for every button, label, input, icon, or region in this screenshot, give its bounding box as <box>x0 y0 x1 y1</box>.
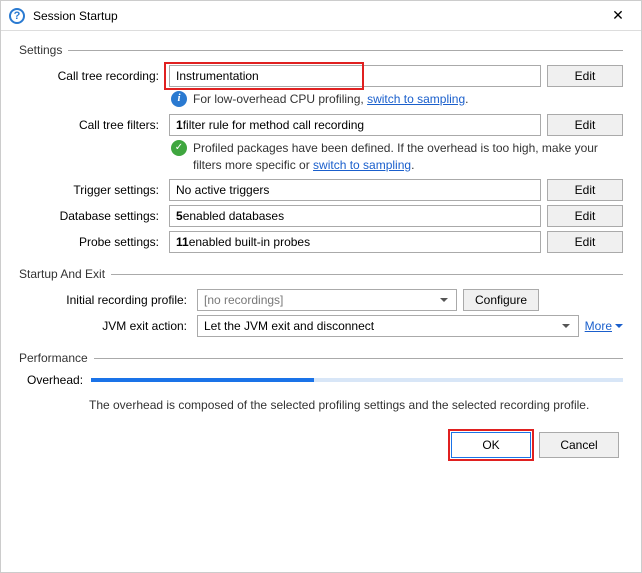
call-tree-recording-input[interactable] <box>176 69 534 83</box>
startup-exit-heading: Startup And Exit <box>19 267 623 281</box>
more-link[interactable]: More <box>585 319 623 333</box>
call-tree-recording-edit-button[interactable]: Edit <box>547 65 623 87</box>
probe-settings-field[interactable]: 11 enabled built-in probes <box>169 231 541 253</box>
database-settings-edit-button[interactable]: Edit <box>547 205 623 227</box>
probe-settings-edit-button[interactable]: Edit <box>547 231 623 253</box>
overhead-bar <box>91 378 623 382</box>
info-icon: i <box>171 91 187 107</box>
trigger-settings-label: Trigger settings: <box>27 183 163 197</box>
settings-heading: Settings <box>19 43 623 57</box>
settings-group: Settings Call tree recording: Edit i For… <box>19 43 623 253</box>
call-tree-filters-edit-button[interactable]: Edit <box>547 114 623 136</box>
switch-to-sampling-link-2[interactable]: switch to sampling <box>313 158 411 172</box>
call-tree-filters-label: Call tree filters: <box>27 118 163 132</box>
initial-profile-select[interactable]: [no recordings] <box>197 289 457 311</box>
overhead-label: Overhead: <box>27 373 83 387</box>
check-icon: ✓ <box>171 140 187 156</box>
window-title: Session Startup <box>33 9 118 23</box>
close-icon[interactable]: ✕ <box>603 7 633 24</box>
initial-profile-label: Initial recording profile: <box>27 293 191 307</box>
performance-group: Performance Overhead: The overhead is co… <box>19 351 623 414</box>
startup-exit-group: Startup And Exit Initial recording profi… <box>19 267 623 337</box>
trigger-settings-field[interactable]: No active triggers <box>169 179 541 201</box>
call-tree-recording-label: Call tree recording: <box>27 69 163 83</box>
trigger-settings-edit-button[interactable]: Edit <box>547 179 623 201</box>
configure-button[interactable]: Configure <box>463 289 539 311</box>
cancel-button[interactable]: Cancel <box>539 432 619 458</box>
app-icon: ? <box>9 8 25 24</box>
recording-hint: For low-overhead CPU profiling, switch t… <box>193 91 468 108</box>
footer: OK Cancel <box>19 432 623 458</box>
call-tree-recording-field[interactable] <box>169 65 541 87</box>
database-settings-label: Database settings: <box>27 209 163 223</box>
call-tree-filters-field[interactable]: 1 filter rule for method call recording <box>169 114 541 136</box>
jvm-exit-label: JVM exit action: <box>27 319 191 333</box>
filters-hint: Profiled packages have been defined. If … <box>193 140 619 174</box>
overhead-fill <box>91 378 314 382</box>
performance-heading: Performance <box>19 351 623 365</box>
ok-button[interactable]: OK <box>451 432 531 458</box>
overhead-note: The overhead is composed of the selected… <box>89 397 623 414</box>
switch-to-sampling-link[interactable]: switch to sampling <box>367 92 465 106</box>
titlebar: ? Session Startup ✕ <box>1 1 641 31</box>
probe-settings-label: Probe settings: <box>27 235 163 249</box>
database-settings-field[interactable]: 5 enabled databases <box>169 205 541 227</box>
jvm-exit-select[interactable]: Let the JVM exit and disconnect <box>197 315 579 337</box>
